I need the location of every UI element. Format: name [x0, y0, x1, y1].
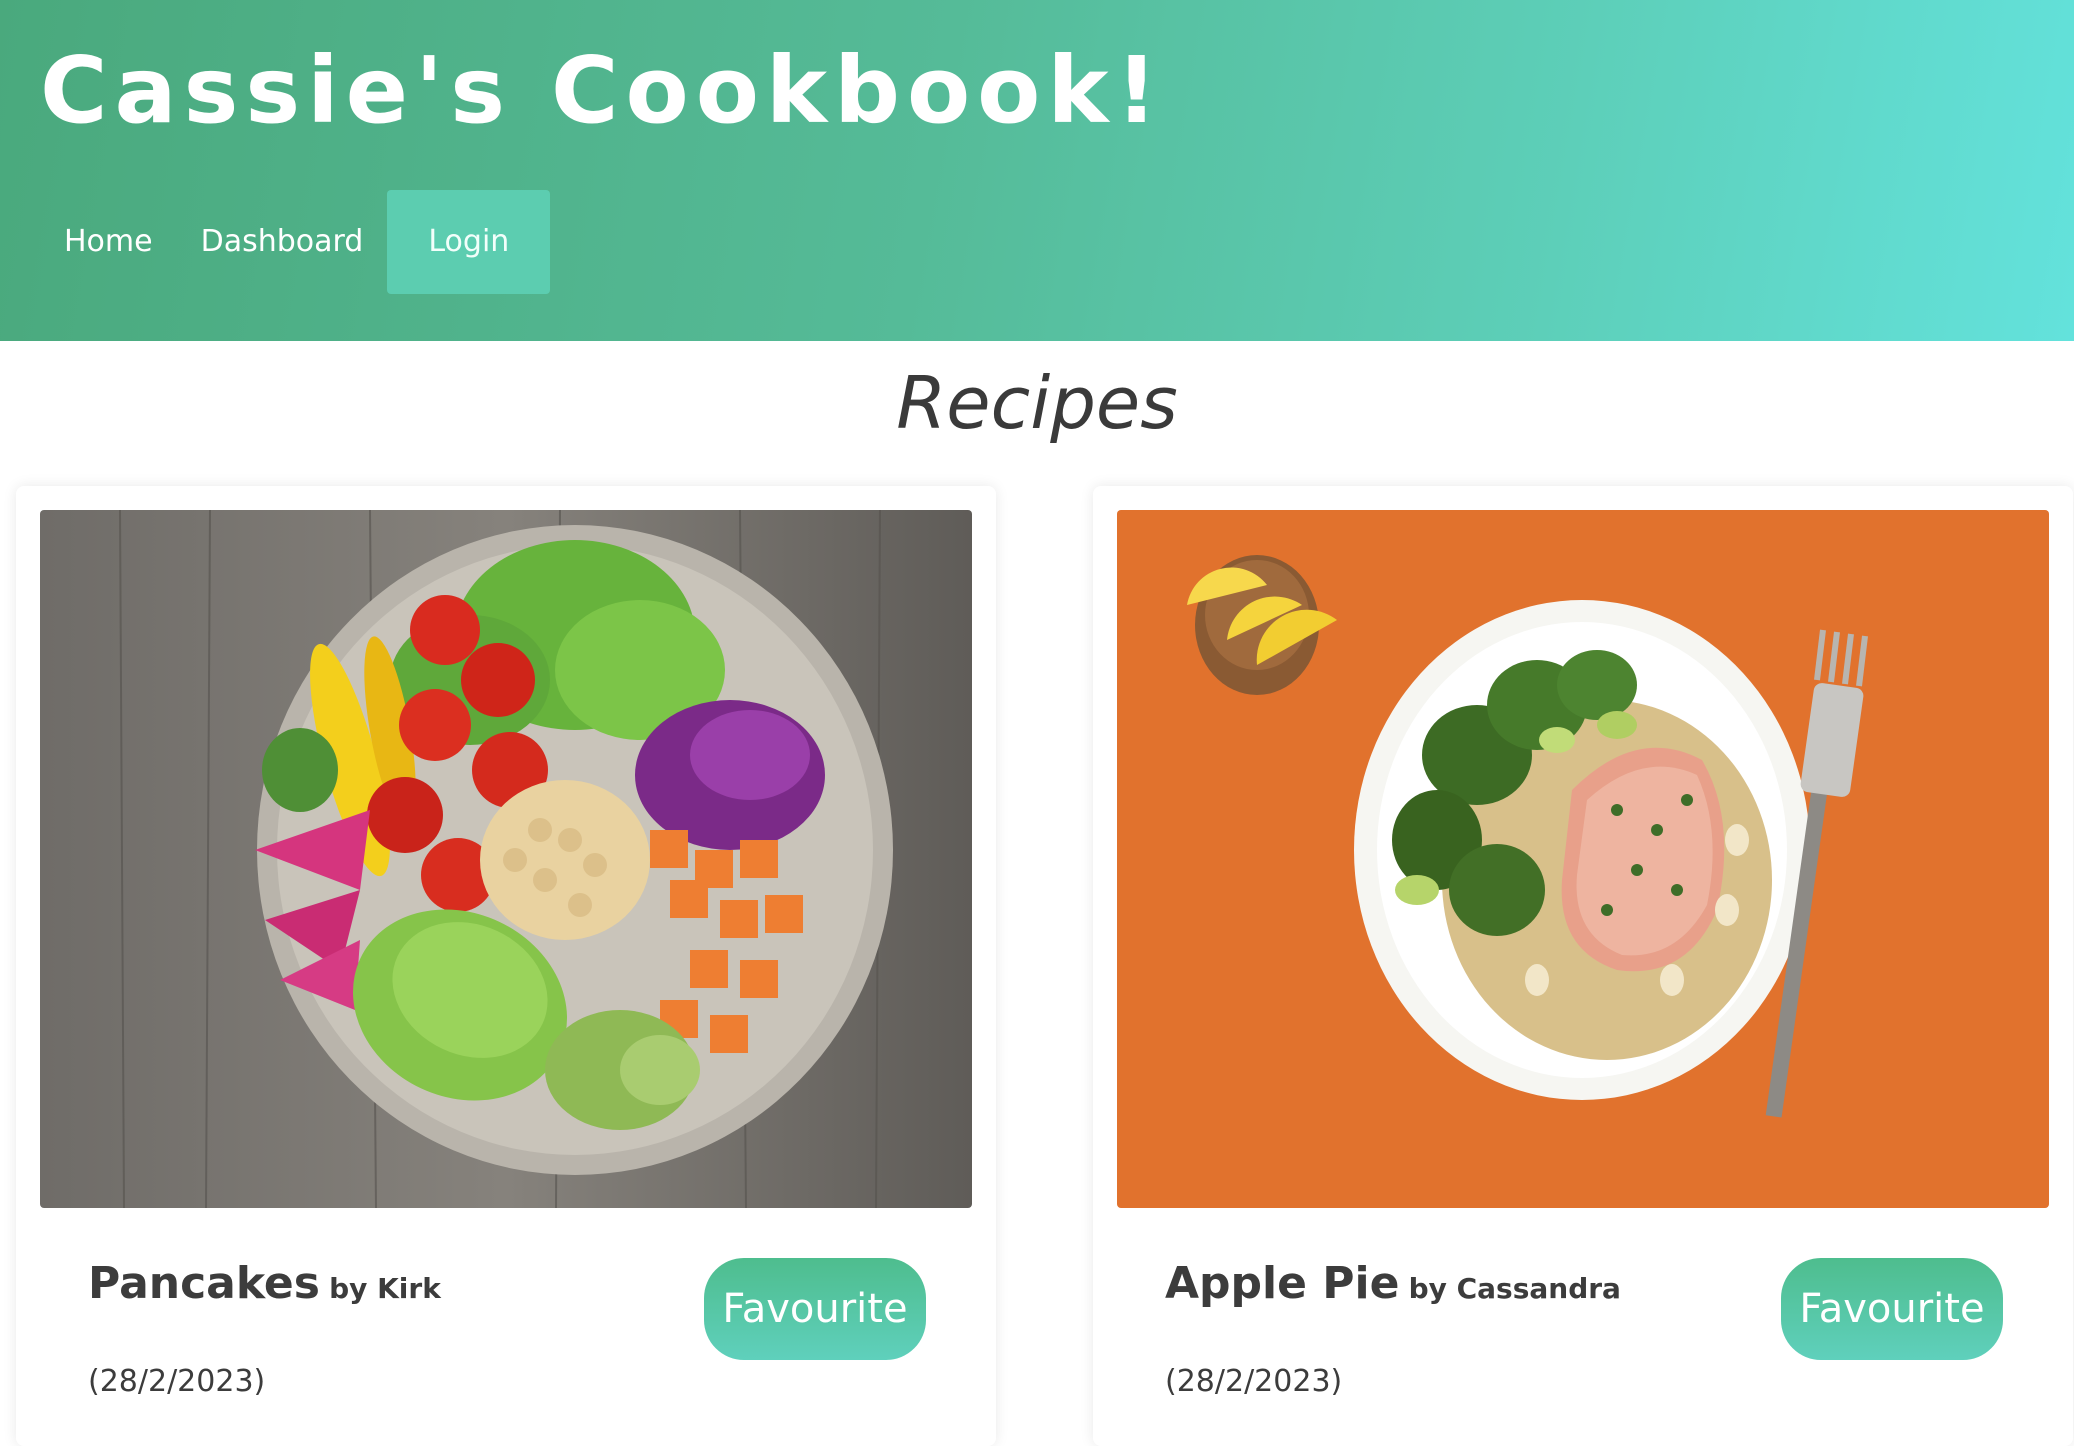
section-title: Recipes [896, 361, 1178, 445]
salad-bowl-photo [40, 510, 972, 1208]
recipe-image [40, 510, 972, 1208]
recipe-card: Pancakes by Kirk (28/2/2023) Favourite [16, 486, 996, 1446]
recipe-title: Apple Pie by Cassandra [1165, 1258, 1621, 1309]
recipe-date: (28/2/2023) [88, 1364, 266, 1399]
recipe-author: by Kirk [329, 1272, 441, 1305]
main-nav: Home Dashboard Login [40, 190, 551, 294]
site-title: Cassie's Cookbook! [40, 37, 1165, 144]
recipe-name: Apple Pie [1165, 1258, 1400, 1309]
recipe-name: Pancakes [88, 1258, 320, 1309]
recipe-date: (28/2/2023) [1165, 1364, 1343, 1399]
recipe-author: by Cassandra [1408, 1272, 1621, 1305]
favourite-button[interactable]: Favourite [1781, 1258, 2003, 1360]
salmon-plate-photo [1117, 510, 2049, 1208]
favourite-button[interactable]: Favourite [704, 1258, 926, 1360]
recipe-title: Pancakes by Kirk [88, 1258, 441, 1309]
recipe-card: Apple Pie by Cassandra (28/2/2023) Favou… [1093, 486, 2073, 1446]
nav-home[interactable]: Home [40, 190, 177, 294]
nav-dashboard[interactable]: Dashboard [177, 190, 388, 294]
nav-login[interactable]: Login [387, 190, 551, 294]
site-header: Cassie's Cookbook! Home Dashboard Login [0, 0, 2074, 341]
recipe-image [1117, 510, 2049, 1208]
